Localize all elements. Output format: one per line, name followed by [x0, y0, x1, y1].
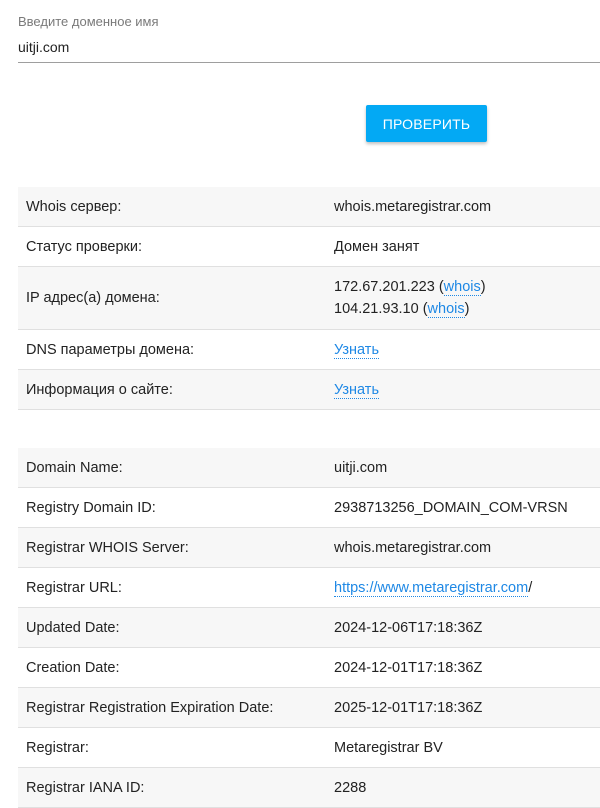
domain-field-label: Введите доменное имя	[18, 14, 159, 29]
table-row: Статус проверки: Домен занят	[18, 226, 600, 267]
table-row: Registrar URL: https://www.metaregistrar…	[18, 567, 600, 608]
whois-value: Metaregistrar BV	[326, 727, 600, 768]
table-row: Registry Domain ID: 2938713256_DOMAIN_CO…	[18, 487, 600, 528]
whois-value: 2024-12-01T17:18:36Z	[326, 647, 600, 688]
whois-key: Creation Date:	[18, 647, 326, 688]
ip-entry: 104.21.93.10 (whois)	[334, 301, 470, 318]
whois-key: Registrar IANA ID:	[18, 767, 326, 808]
table-row: IP адрес(а) домена: 172.67.201.223 (whoi…	[18, 266, 600, 330]
whois-key: Registrar:	[18, 727, 326, 768]
registrar-url-suffix: /	[528, 579, 533, 596]
table-row: Domain Name: uitji.com	[18, 448, 600, 488]
ip-address: 172.67.201.223	[334, 279, 435, 295]
whois-value: 2025-12-01T17:18:36Z	[326, 687, 600, 728]
whois-key: Registry Domain ID:	[18, 487, 326, 528]
whois-key: Registrar WHOIS Server:	[18, 527, 326, 568]
table-row: Creation Date: 2024-12-01T17:18:36Z	[18, 647, 600, 688]
whois-value: 2288	[326, 767, 600, 808]
registrar-url-link[interactable]: https://www.metaregistrar.com	[334, 579, 529, 597]
whois-key: Registrar URL:	[18, 567, 326, 608]
table-row: Registrar WHOIS Server: whois.metaregist…	[18, 527, 600, 568]
whois-value: uitji.com	[326, 448, 600, 488]
whois-server-value: whois.metaregistrar.com	[326, 187, 600, 227]
status-label: Статус проверки:	[18, 226, 326, 267]
ip-whois-link[interactable]: whois	[443, 279, 481, 296]
whois-key: Registrar Registration Expiration Date:	[18, 687, 326, 728]
whois-key: Updated Date:	[18, 607, 326, 648]
whois-value: https://www.metaregistrar.com/	[326, 567, 600, 608]
table-row: Информация о сайте: Узнать	[18, 369, 600, 410]
whois-server-label: Whois сервер:	[18, 187, 326, 227]
whois-table: Domain Name: uitji.com Registry Domain I…	[18, 448, 600, 808]
table-row: Registrar Registration Expiration Date: …	[18, 687, 600, 728]
table-row: Registrar: Metaregistrar BV	[18, 727, 600, 768]
whois-value: whois.metaregistrar.com	[326, 527, 600, 568]
table-row: Whois сервер: whois.metaregistrar.com	[18, 187, 600, 227]
table-row: Registrar IANA ID: 2288	[18, 767, 600, 808]
domain-field: Введите доменное имя	[18, 12, 600, 63]
ip-whois-link[interactable]: whois	[427, 301, 465, 318]
whois-key: Domain Name:	[18, 448, 326, 488]
whois-value: 2024-12-06T17:18:36Z	[326, 607, 600, 648]
dns-label: DNS параметры домена:	[18, 329, 326, 370]
whois-value: 2938713256_DOMAIN_COM-VRSN	[326, 487, 600, 528]
status-value: Домен занят	[326, 226, 600, 267]
ip-entry: 172.67.201.223 (whois)	[334, 279, 486, 296]
summary-table: Whois сервер: whois.metaregistrar.com Ст…	[18, 187, 600, 410]
check-button[interactable]: ПРОВЕРИТЬ	[366, 105, 487, 142]
ip-address: 104.21.93.10	[334, 301, 419, 317]
table-row: Updated Date: 2024-12-06T17:18:36Z	[18, 607, 600, 648]
domain-input[interactable]	[18, 36, 600, 58]
site-info-link[interactable]: Узнать	[334, 381, 379, 399]
ip-list: 172.67.201.223 (whois) 104.21.93.10 (who…	[326, 266, 600, 330]
dns-link[interactable]: Узнать	[334, 341, 379, 359]
site-info-label: Информация о сайте:	[18, 369, 326, 410]
table-row: DNS параметры домена: Узнать	[18, 329, 600, 370]
ip-label: IP адрес(а) домена:	[18, 266, 326, 330]
